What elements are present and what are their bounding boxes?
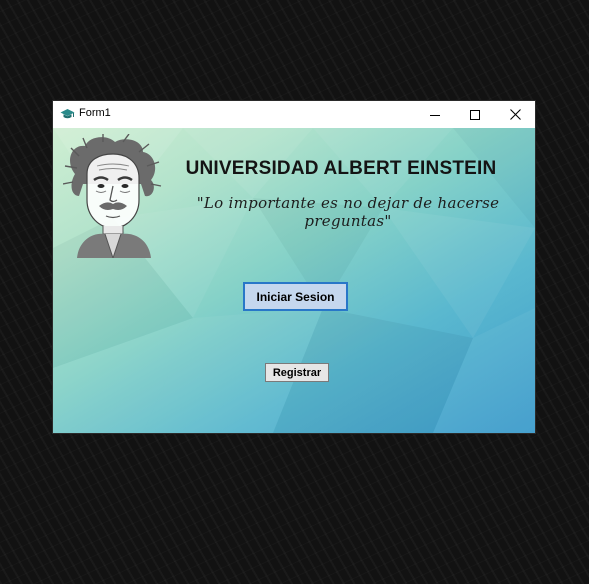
university-title: UNIVERSIDAD ALBERT EINSTEIN	[185, 158, 497, 179]
title-bar[interactable]: Form1	[53, 101, 535, 128]
motto-quote: "Lo importante es no dejar de hacerse pr…	[196, 194, 500, 230]
maximize-button[interactable]	[455, 101, 495, 128]
maximize-icon	[470, 109, 480, 120]
form1-window: Form1 UNIVERSIDAD ALBERT EINSTEIN "Lo im…	[53, 101, 535, 433]
close-icon	[509, 109, 521, 120]
login-button[interactable]: Iniciar Sesion	[243, 282, 348, 311]
minimize-button[interactable]	[415, 101, 455, 128]
close-button[interactable]	[495, 101, 535, 128]
einstein-portrait-icon	[63, 134, 162, 258]
form-client-area: UNIVERSIDAD ALBERT EINSTEIN "Lo importan…	[53, 128, 535, 433]
window-title: Form1	[79, 107, 111, 119]
minimize-icon	[430, 114, 440, 116]
register-button[interactable]: Registrar	[265, 363, 329, 382]
graduation-cap-icon	[60, 109, 75, 119]
